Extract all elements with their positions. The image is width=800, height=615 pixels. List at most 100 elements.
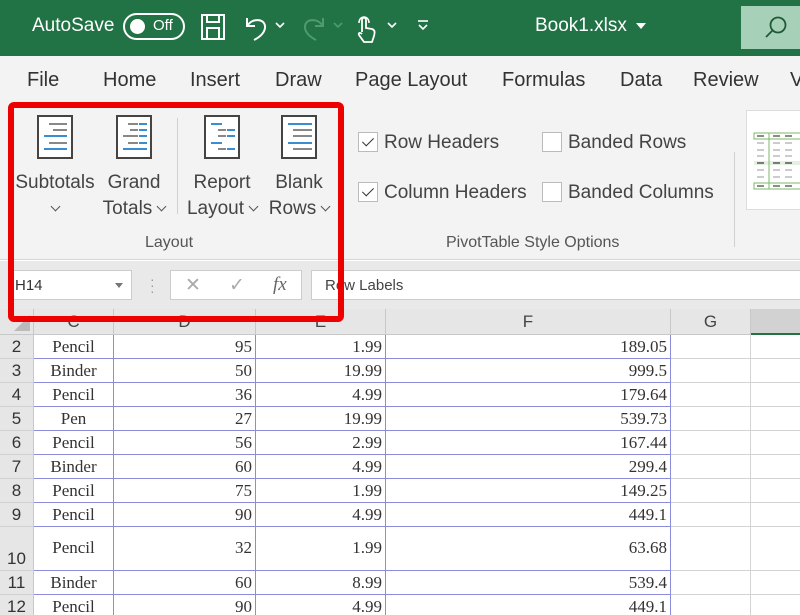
tab-formulas[interactable]: Formulas [502,69,585,92]
tab-view[interactable]: V [790,69,800,92]
cell-cost[interactable]: 19.99 [256,407,386,431]
cell-units[interactable]: 36 [114,383,256,407]
cell-cost[interactable]: 4.99 [256,383,386,407]
cell-item[interactable]: Binder [34,359,114,383]
cell-empty[interactable] [751,431,800,455]
tab-home[interactable]: Home [103,69,156,92]
cell-units[interactable]: 32 [114,527,256,571]
cell-total[interactable]: 167.44 [386,431,671,455]
cell-units[interactable]: 90 [114,595,256,615]
column-header-c[interactable]: C [34,309,114,335]
banded-rows-checkbox[interactable] [542,132,562,152]
column-headers-checkbox[interactable] [358,182,378,202]
tab-insert[interactable]: Insert [190,69,240,92]
undo-icon[interactable] [242,12,270,42]
column-header-d[interactable]: D [114,309,256,335]
cell-cost[interactable]: 8.99 [256,571,386,595]
cell-total[interactable]: 149.25 [386,479,671,503]
cell-total[interactable]: 179.64 [386,383,671,407]
cell-empty[interactable] [751,455,800,479]
cell-cost[interactable]: 19.99 [256,359,386,383]
banded-rows-label[interactable]: Banded Rows [568,132,686,154]
cell-item[interactable]: Pencil [34,503,114,527]
cell-total[interactable]: 449.1 [386,595,671,615]
cell-units[interactable]: 50 [114,359,256,383]
subtotals-button[interactable]: Subtotals [12,112,98,227]
cell-item[interactable]: Binder [34,571,114,595]
cell-units[interactable]: 60 [114,455,256,479]
cell-total[interactable]: 63.68 [386,527,671,571]
row-headers-label[interactable]: Row Headers [384,132,499,154]
cell-item[interactable]: Pencil [34,479,114,503]
tab-page-layout[interactable]: Page Layout [355,69,467,92]
tab-file[interactable]: File [27,69,59,92]
cell-empty[interactable] [751,571,800,595]
row-header[interactable]: 9 [0,503,34,527]
insert-function-icon[interactable]: fx [273,274,287,296]
banded-columns-checkbox[interactable] [542,182,562,202]
cell-item[interactable]: Pencil [34,335,114,359]
cell-empty[interactable] [671,407,751,431]
cell-total[interactable]: 299.4 [386,455,671,479]
cell-empty[interactable] [671,359,751,383]
blank-rows-button[interactable]: Blank Rows [264,112,334,227]
report-layout-button[interactable]: Report Layout [182,112,262,227]
cell-total[interactable]: 539.73 [386,407,671,431]
undo-dropdown-icon[interactable] [274,21,286,31]
formula-bar-grip-icon[interactable]: · · · [150,272,155,298]
tab-data[interactable]: Data [620,69,662,92]
row-header[interactable]: 7 [0,455,34,479]
row-header[interactable]: 12 [0,595,34,615]
row-header[interactable]: 11 [0,571,34,595]
cell-item[interactable]: Pencil [34,383,114,407]
row-header[interactable]: 5 [0,407,34,431]
cell-cost[interactable]: 4.99 [256,595,386,615]
cell-empty[interactable] [671,431,751,455]
row-headers-checkbox[interactable] [358,132,378,152]
cancel-icon[interactable]: ✕ [185,274,201,297]
customize-qat-icon[interactable] [416,18,430,32]
row-header[interactable]: 8 [0,479,34,503]
cell-units[interactable]: 75 [114,479,256,503]
cell-empty[interactable] [671,479,751,503]
column-header-e[interactable]: E [256,309,386,335]
cell-item[interactable]: Pencil [34,431,114,455]
select-all-button[interactable] [0,309,34,335]
row-header[interactable]: 2 [0,335,34,359]
banded-columns-label[interactable]: Banded Columns [568,182,714,204]
autosave-toggle[interactable]: Off [123,13,185,40]
column-header-h[interactable] [751,309,800,335]
cell-cost[interactable]: 1.99 [256,335,386,359]
cell-empty[interactable] [671,571,751,595]
cell-empty[interactable] [751,503,800,527]
cell-total[interactable]: 189.05 [386,335,671,359]
column-headers-label[interactable]: Column Headers [384,182,527,204]
cell-units[interactable]: 95 [114,335,256,359]
column-header-f[interactable]: F [386,309,671,335]
save-icon[interactable] [200,12,226,42]
pivot-style-gallery-item[interactable] [746,110,800,210]
cell-empty[interactable] [751,595,800,615]
cell-empty[interactable] [671,595,751,615]
row-header[interactable]: 4 [0,383,34,407]
row-header[interactable]: 6 [0,431,34,455]
cell-empty[interactable] [751,527,800,571]
cell-cost[interactable]: 4.99 [256,503,386,527]
touch-mode-icon[interactable] [354,14,378,44]
cell-item[interactable]: Pencil [34,527,114,571]
cell-empty[interactable] [671,503,751,527]
tab-review[interactable]: Review [693,69,759,92]
row-header[interactable]: 10 [0,527,34,571]
cell-empty[interactable] [751,335,800,359]
cell-empty[interactable] [671,335,751,359]
cell-cost[interactable]: 1.99 [256,479,386,503]
name-box-dropdown-icon[interactable] [115,283,123,288]
cell-item[interactable]: Binder [34,455,114,479]
grand-totals-button[interactable]: Grand Totals [98,112,170,227]
cell-total[interactable]: 539.4 [386,571,671,595]
cell-empty[interactable] [751,383,800,407]
touch-dropdown-icon[interactable] [386,21,398,31]
row-header[interactable]: 3 [0,359,34,383]
name-box[interactable]: H14 [8,270,132,300]
cell-empty[interactable] [751,359,800,383]
